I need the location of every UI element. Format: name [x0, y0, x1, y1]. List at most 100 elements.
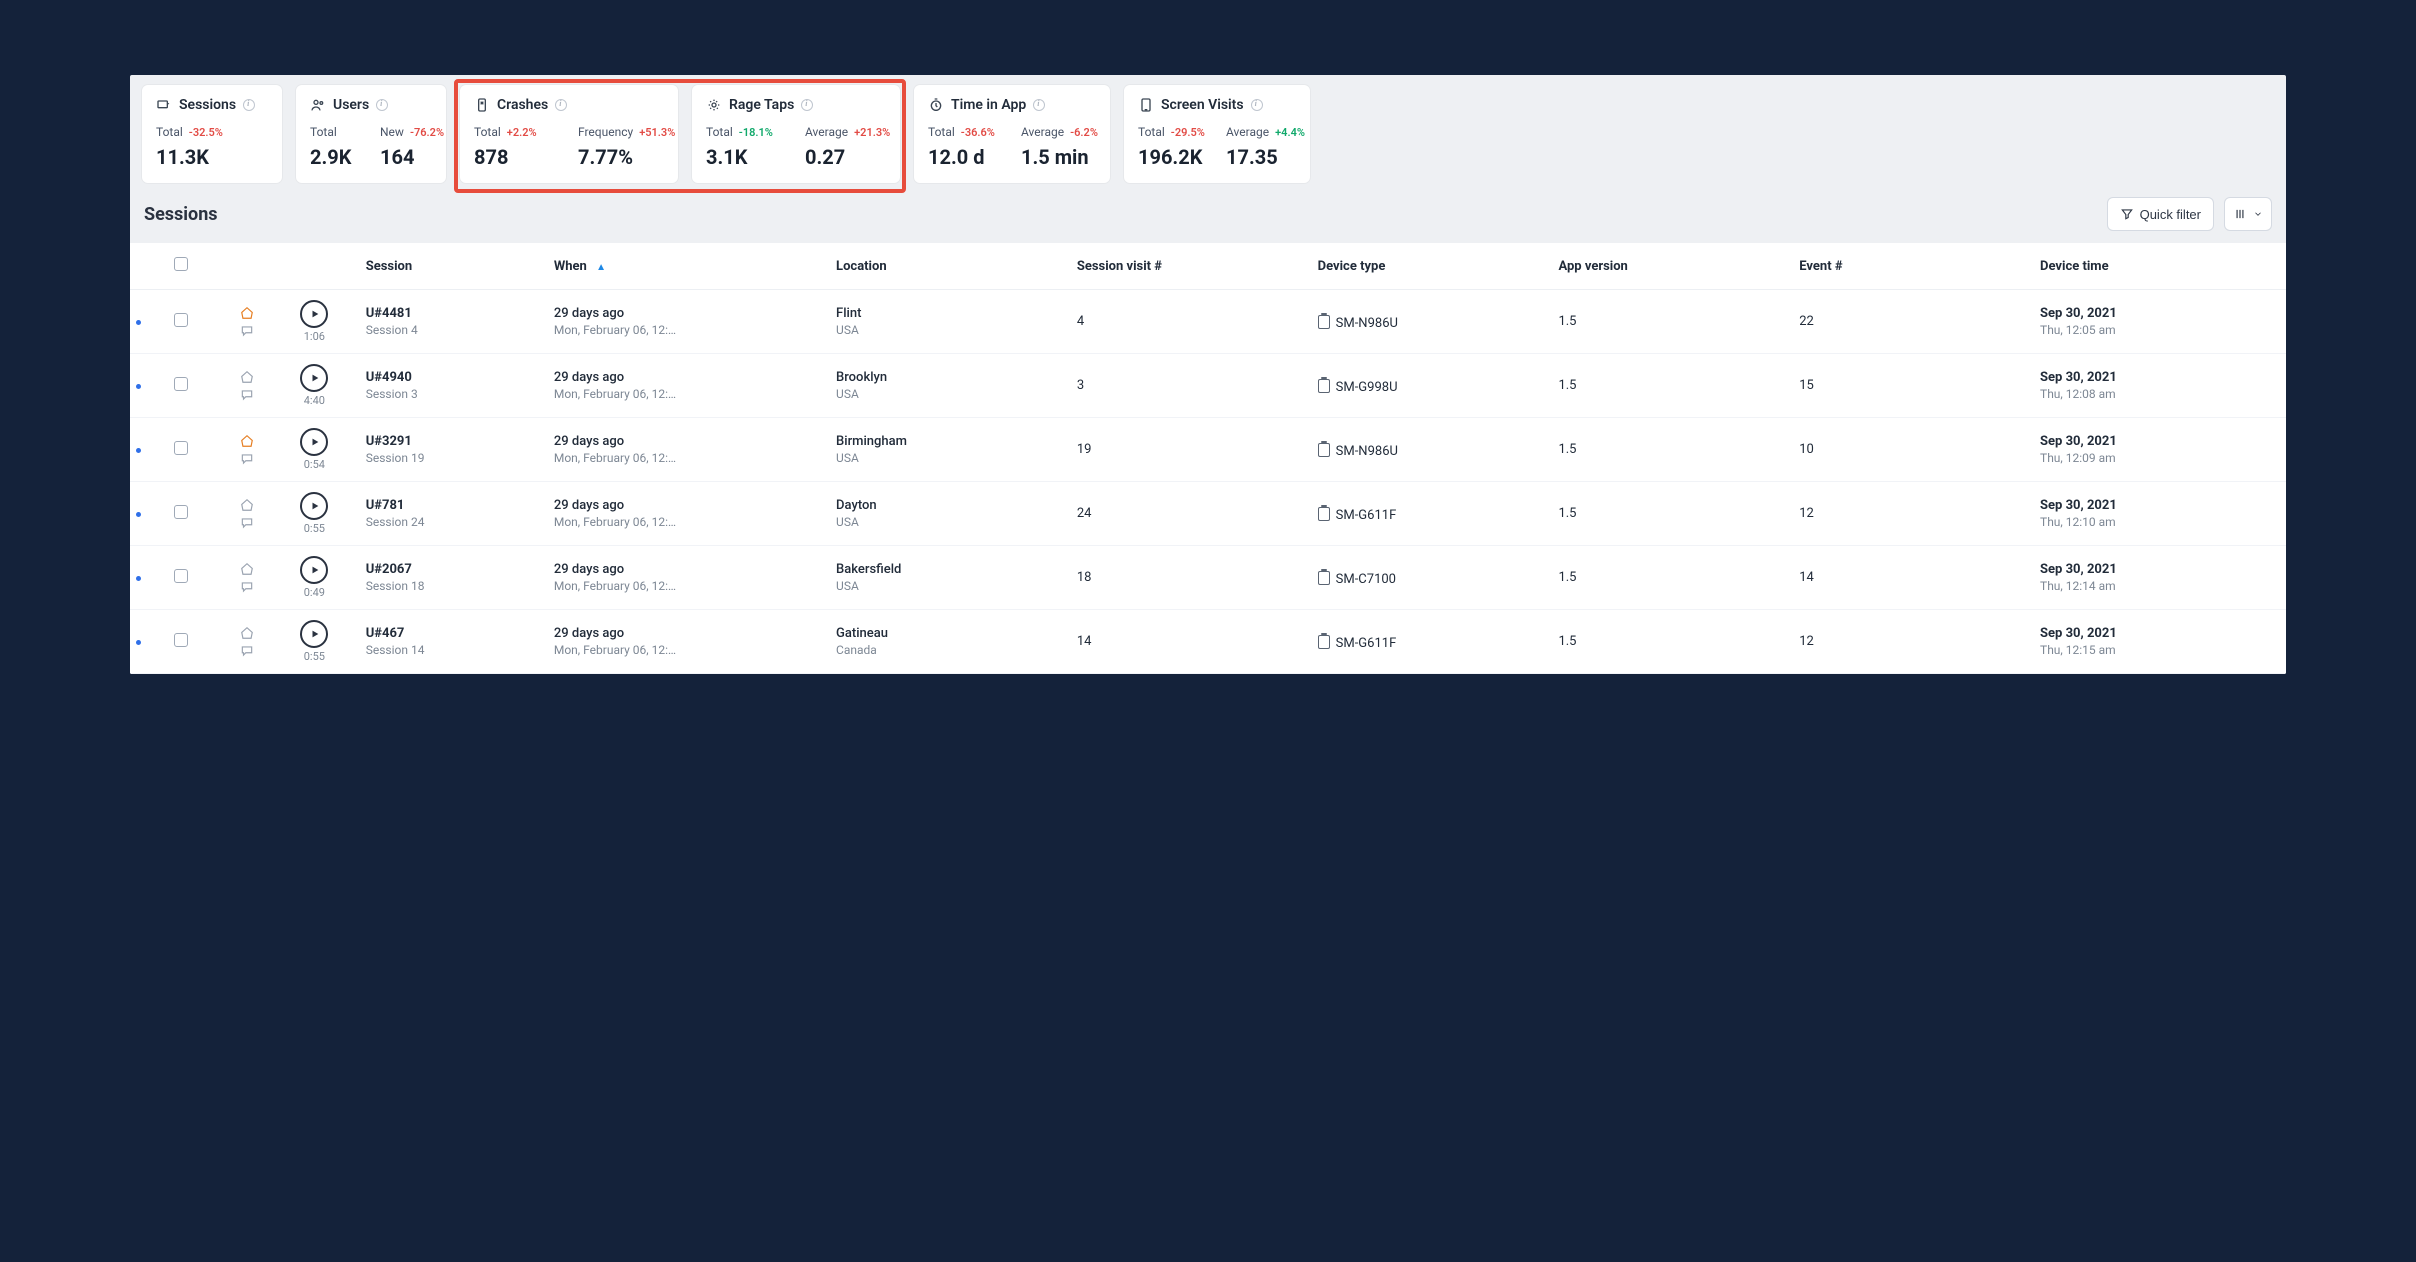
unread-dot: [136, 384, 141, 389]
info-icon[interactable]: [1251, 99, 1263, 111]
tag-icon[interactable]: [240, 370, 254, 384]
col-app-version[interactable]: App version: [1548, 243, 1789, 290]
info-icon[interactable]: [376, 99, 388, 111]
play-button[interactable]: [300, 620, 328, 648]
device-time: Thu, 12:14 am: [2040, 579, 2276, 593]
device-date: Sep 30, 2021: [2040, 626, 2276, 641]
when-relative: 29 days ago: [554, 370, 816, 385]
metric-sub-label: New: [380, 125, 404, 139]
table-row[interactable]: 1:06 U#4481 Session 4 29 days ago Mon, F…: [130, 290, 2286, 354]
metric-card-crashes[interactable]: Crashes Total +2.2% 878 Frequency +51.3%: [460, 85, 678, 183]
info-icon[interactable]: [1033, 99, 1045, 111]
row-checkbox[interactable]: [174, 569, 188, 583]
table-header-row: Session When ▲ Location Session visit # …: [130, 243, 2286, 290]
play-button[interactable]: [300, 428, 328, 456]
metric-title: Sessions: [179, 97, 236, 113]
metric-card-rage-taps[interactable]: Rage Taps Total -18.1% 3.1K Average +21.…: [692, 85, 900, 183]
sessions-table: Session When ▲ Location Session visit # …: [130, 243, 2286, 674]
row-checkbox[interactable]: [174, 377, 188, 391]
device-date: Sep 30, 2021: [2040, 306, 2276, 321]
metric-delta: -29.5%: [1171, 126, 1205, 139]
row-checkbox[interactable]: [174, 633, 188, 647]
col-device-type[interactable]: Device type: [1308, 243, 1549, 290]
user-id[interactable]: U#3291: [366, 434, 534, 449]
tag-icon[interactable]: [240, 306, 254, 320]
location-city: Brooklyn: [836, 370, 1057, 385]
when-absolute: Mon, February 06, 12:…: [554, 387, 816, 401]
session-visit-number: 3: [1067, 354, 1308, 418]
play-button[interactable]: [300, 556, 328, 584]
device-icon: [1318, 507, 1330, 521]
table-row[interactable]: 0:49 U#2067 Session 18 29 days ago Mon, …: [130, 546, 2286, 610]
user-id[interactable]: U#4481: [366, 306, 534, 321]
info-icon[interactable]: [555, 99, 567, 111]
sessions-table-wrap: Session When ▲ Location Session visit # …: [130, 243, 2286, 674]
user-id[interactable]: U#781: [366, 498, 534, 513]
dashboard: Sessions Total -32.5% 11.3K Users: [130, 75, 2286, 674]
col-session-visit[interactable]: Session visit #: [1067, 243, 1308, 290]
col-device-time[interactable]: Device time: [2030, 243, 2286, 290]
device-time: Thu, 12:05 am: [2040, 323, 2276, 337]
user-id[interactable]: U#467: [366, 626, 534, 641]
metric-delta: +21.3%: [854, 126, 890, 139]
comment-icon[interactable]: [240, 580, 254, 594]
play-button[interactable]: [300, 364, 328, 392]
user-id[interactable]: U#4940: [366, 370, 534, 385]
metric-value: 11.3K: [156, 145, 268, 169]
metric-sub-label: Average: [1226, 125, 1269, 139]
col-location[interactable]: Location: [826, 243, 1067, 290]
metric-delta: -32.5%: [189, 126, 223, 139]
metric-card-screen-visits[interactable]: Screen Visits Total -29.5% 196.2K Averag…: [1124, 85, 1310, 183]
table-row[interactable]: 0:55 U#467 Session 14 29 days ago Mon, F…: [130, 610, 2286, 674]
tag-icon[interactable]: [240, 434, 254, 448]
metric-delta: +4.4%: [1275, 126, 1305, 139]
metric-title: Rage Taps: [729, 97, 794, 113]
comment-icon[interactable]: [240, 452, 254, 466]
play-button[interactable]: [300, 300, 328, 328]
when-relative: 29 days ago: [554, 306, 816, 321]
row-checkbox[interactable]: [174, 441, 188, 455]
device-type: SM-G611F: [1308, 482, 1549, 546]
comment-icon[interactable]: [240, 388, 254, 402]
metric-card-sessions[interactable]: Sessions Total -32.5% 11.3K: [142, 85, 282, 183]
device-time: Thu, 12:08 am: [2040, 387, 2276, 401]
user-id[interactable]: U#2067: [366, 562, 534, 577]
table-row[interactable]: 4:40 U#4940 Session 3 29 days ago Mon, F…: [130, 354, 2286, 418]
session-visit-number: 19: [1067, 418, 1308, 482]
comment-icon[interactable]: [240, 516, 254, 530]
table-row[interactable]: 0:55 U#781 Session 24 29 days ago Mon, F…: [130, 482, 2286, 546]
screen-visits-icon: [1138, 97, 1154, 113]
session-duration: 0:49: [304, 586, 325, 599]
app-version: 1.5: [1548, 482, 1789, 546]
columns-button[interactable]: [2224, 197, 2272, 231]
metric-card-time-in-app[interactable]: Time in App Total -36.6% 12.0 d Average …: [914, 85, 1110, 183]
when-absolute: Mon, February 06, 12:…: [554, 451, 816, 465]
table-row[interactable]: 0:54 U#3291 Session 19 29 days ago Mon, …: [130, 418, 2286, 482]
select-all-checkbox[interactable]: [174, 257, 188, 271]
col-event-count[interactable]: Event #: [1789, 243, 2030, 290]
event-count: 15: [1789, 354, 2030, 418]
tag-icon[interactable]: [240, 498, 254, 512]
metric-delta: -6.2%: [1070, 126, 1098, 139]
metric-card-users[interactable]: Users Total 2.9K New -76.2% 164: [296, 85, 446, 183]
col-session[interactable]: Session: [356, 243, 544, 290]
device-type: SM-G998U: [1308, 354, 1549, 418]
col-when[interactable]: When ▲: [544, 243, 826, 290]
quick-filter-button[interactable]: Quick filter: [2107, 197, 2214, 231]
comment-icon[interactable]: [240, 324, 254, 338]
info-icon[interactable]: [243, 99, 255, 111]
row-checkbox[interactable]: [174, 505, 188, 519]
row-checkbox[interactable]: [174, 313, 188, 327]
metric-title: Time in App: [951, 97, 1026, 113]
info-icon[interactable]: [801, 99, 813, 111]
app-version: 1.5: [1548, 290, 1789, 354]
tag-icon[interactable]: [240, 626, 254, 640]
comment-icon[interactable]: [240, 644, 254, 658]
device-date: Sep 30, 2021: [2040, 498, 2276, 513]
users-icon: [310, 97, 326, 113]
metric-sub-label: Total: [1138, 125, 1165, 139]
device-icon: [1318, 571, 1330, 585]
tag-icon[interactable]: [240, 562, 254, 576]
metric-title: Crashes: [497, 97, 548, 113]
play-button[interactable]: [300, 492, 328, 520]
